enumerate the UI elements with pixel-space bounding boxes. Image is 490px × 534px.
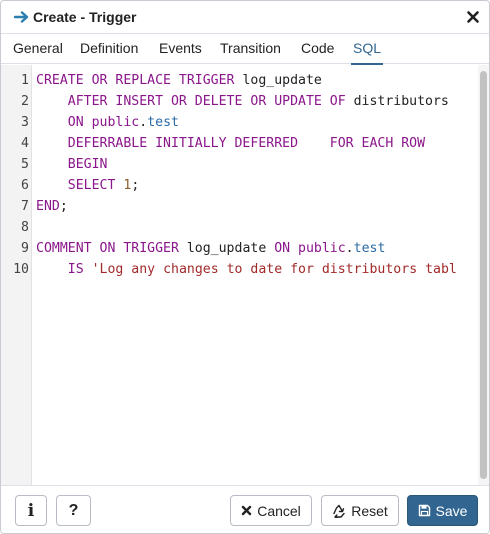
code-text: DEFERRABLE INITIALLY DEFERRED FOR EACH R… [36,133,425,154]
sql-keyword: END [36,199,60,214]
floppy-disk-icon [418,504,430,517]
sql-keyword: ON public [274,241,346,256]
sql-keyword: BEGIN [67,157,108,172]
sql-string: 'Log any changes to date for distributor… [91,262,457,277]
sql-keyword: CREATE OR REPLACE TRIGGER [36,73,235,88]
dialog-footer: i ? Cancel Reset Save [1,487,489,533]
code-line[interactable]: 7 END; [1,196,489,217]
sql-keyword: ON public [67,115,140,130]
tab-general[interactable]: General [13,34,63,64]
line-number: 6 [21,178,29,193]
sql-keyword: AFTER INSERT OR DELETE OR UPDATE OF [67,94,346,109]
line-number: 1 [21,73,29,88]
sql-keyword: DEFERRABLE INITIALLY DEFERRED [67,136,299,151]
code-text: AFTER INSERT OR DELETE OR UPDATE OF dist… [36,91,449,112]
sql-keyword: IS [67,262,84,277]
close-icon[interactable] [466,10,480,24]
code-line[interactable]: 10 IS 'Log any changes to date for distr… [1,259,489,280]
sql-keyword: FOR EACH ROW [329,136,426,151]
line-number: 8 [21,220,29,235]
create-trigger-dialog: Create - Trigger General Definition Even… [0,0,490,534]
code-line[interactable]: 1 CREATE OR REPLACE TRIGGER log_update [1,70,489,91]
tab-bar: General Definition Events Transition Cod… [1,34,489,65]
dialog-title: Create - Trigger [33,9,137,25]
arrow-right-icon [14,11,29,23]
code-text: COMMENT ON TRIGGER log_update ON public.… [36,238,385,259]
cancel-button[interactable]: Cancel [230,495,312,526]
editor-scrollbar-thumb[interactable] [480,71,487,479]
line-number: 9 [21,241,29,256]
save-label: Save [435,502,468,519]
tab-sql[interactable]: SQL [350,34,384,65]
sql-keyword: SELECT [67,178,116,193]
code-line[interactable]: 2 AFTER INSERT OR DELETE OR UPDATE OF di… [1,91,489,112]
sql-identifier: test [147,115,179,130]
help-icon: ? [68,501,79,519]
tab-code[interactable]: Code [301,34,334,64]
code-text: BEGIN [36,154,108,175]
sql-text: log_update [178,241,275,256]
code-text: IS 'Log any changes to date for distribu… [36,259,457,280]
code-text: CREATE OR REPLACE TRIGGER log_update [36,70,322,91]
recycle-icon [333,504,345,518]
reset-button[interactable]: Reset [321,495,399,526]
code-line[interactable]: 3 ON public.test [1,112,489,133]
code-line[interactable]: 5 BEGIN [1,154,489,175]
sql-keyword: COMMENT ON TRIGGER [36,241,179,256]
tab-transition[interactable]: Transition [220,34,281,64]
cancel-label: Cancel [257,502,301,519]
dialog-titlebar[interactable]: Create - Trigger [1,1,489,34]
line-number: 7 [21,199,29,214]
code-text: SELECT 1; [36,175,140,196]
line-number: 5 [21,157,29,172]
close-icon [242,505,252,516]
code-line[interactable]: 6 SELECT 1; [1,175,489,196]
sql-text: distributors [345,94,449,109]
sql-text: log_update [234,73,322,88]
sql-text: . [345,241,354,256]
line-number: 2 [21,94,29,109]
line-number: 4 [21,136,29,151]
line-number: 3 [21,115,29,130]
sql-text: . [139,115,148,130]
sql-text: ; [59,199,68,214]
code-text: ON public.test [36,112,179,133]
sql-text: ; [131,178,140,193]
code-text: END; [36,196,68,217]
sql-editor[interactable]: 1 CREATE OR REPLACE TRIGGER log_update 2 A… [1,65,489,486]
info-button[interactable]: i [15,495,47,526]
line-number: 10 [13,262,29,277]
tab-definition[interactable]: Definition [80,34,138,64]
code-line[interactable]: 8 [1,217,489,238]
code-line[interactable]: 4 DEFERRABLE INITIALLY DEFERRED FOR EACH… [1,133,489,154]
save-button[interactable]: Save [407,495,478,526]
reset-label: Reset [351,502,388,519]
info-icon: i [27,500,35,521]
code-line[interactable]: 9 COMMENT ON TRIGGER log_update ON public… [1,238,489,259]
sql-identifier: test [353,241,386,256]
tab-events[interactable]: Events [159,34,202,64]
help-button[interactable]: ? [56,495,91,526]
